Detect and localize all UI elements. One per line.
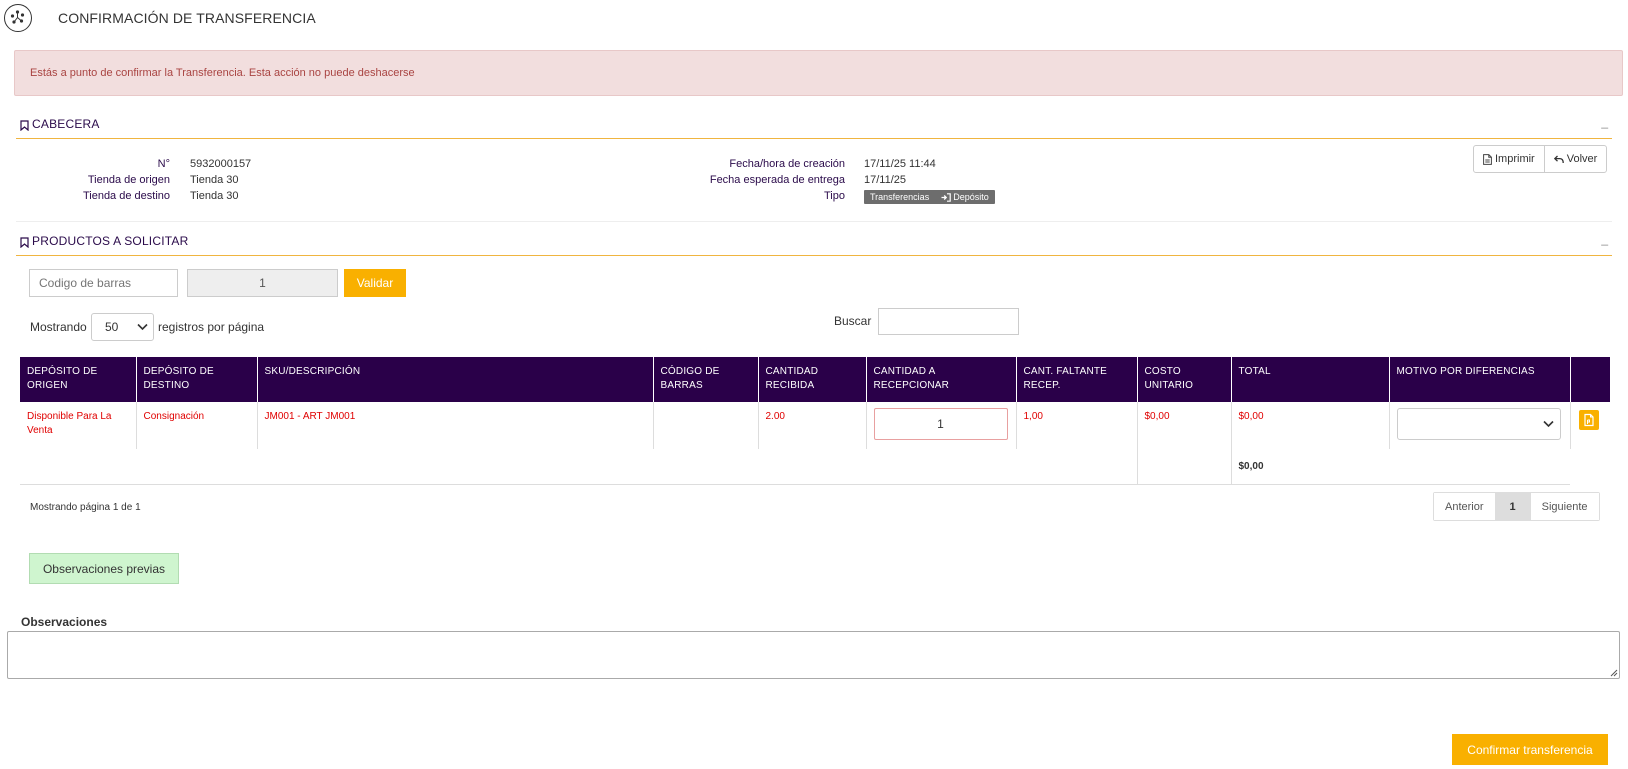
col-deposito-origen[interactable]: DEPÓSITO DE ORIGEN <box>20 357 137 402</box>
info-label-tipo: Tipo <box>824 190 845 202</box>
pagination-prev-button[interactable]: Anterior <box>1434 493 1495 520</box>
pagination-page-1[interactable]: 1 <box>1494 493 1530 520</box>
previous-observations-button[interactable]: Observaciones previas <box>29 553 179 584</box>
search-input[interactable] <box>878 308 1019 335</box>
pagination-info: Mostrando página 1 de 1 <box>30 502 141 513</box>
section-title-productos: PRODUCTOS A SOLICITAR <box>32 234 189 248</box>
col-cantidad-recepcionar[interactable]: CANTIDAD A RECEPCIONAR <box>866 357 1017 402</box>
page-length-value: 50 <box>105 320 119 334</box>
sign-in-icon <box>941 192 952 202</box>
col-cantidad-recibida[interactable]: CANTIDAD RECIBIDA <box>758 357 867 402</box>
app-logo-icon[interactable] <box>4 4 32 32</box>
barcode-input[interactable] <box>29 269 178 297</box>
col-deposito-destino[interactable]: DEPÓSITO DE DESTINO <box>136 357 258 402</box>
collapse-productos-button[interactable]: _ <box>1601 232 1608 246</box>
tipo-badge: Transferencias Depósito <box>864 190 995 204</box>
table-header-row: DEPÓSITO DE ORIGEN DEPÓSITO DE DESTINO S… <box>20 357 1610 402</box>
info-value-numero: 5932000157 <box>190 158 252 170</box>
print-label: Imprimir <box>1495 153 1535 165</box>
length-prefix: Mostrando <box>30 320 87 334</box>
warning-alert: Estás a punto de confirmar la Transferen… <box>14 50 1623 96</box>
cell-total: $0,00 <box>1231 402 1390 449</box>
cell-motivo <box>1389 402 1571 449</box>
col-motivo[interactable]: MOTIVO POR DIFERENCIAS <box>1389 357 1571 402</box>
pagination: Anterior 1 Siguiente <box>1433 492 1600 521</box>
info-label-fecha-creacion: Fecha/hora de creación <box>729 158 845 170</box>
info-value-fecha-entrega: 17/11/25 <box>864 174 907 186</box>
cell-costo: $0,00 <box>1137 402 1232 449</box>
products-table: DEPÓSITO DE ORIGEN DEPÓSITO DE DESTINO S… <box>20 357 1610 484</box>
barcode-qty-input[interactable] <box>187 269 338 297</box>
resize-grip-icon[interactable] <box>1609 668 1618 677</box>
info-value-tienda-origen: Tienda 30 <box>190 174 239 186</box>
row-document-button[interactable] <box>1578 410 1599 430</box>
info-label-fecha-entrega: Fecha esperada de entrega <box>709 174 845 186</box>
collapse-cabecera-button[interactable]: _ <box>1601 115 1608 129</box>
info-label-numero: N° <box>157 158 170 170</box>
chevron-down-icon <box>137 323 148 331</box>
col-total[interactable]: TOTAL <box>1231 357 1390 402</box>
document-icon <box>1583 413 1594 427</box>
col-cant-faltante[interactable]: CANT. FALTANTE RECEP. <box>1016 357 1138 402</box>
cell-actions <box>1570 402 1610 449</box>
cell-codigo <box>653 402 759 449</box>
cell-recibida: 2.00 <box>758 402 867 449</box>
cell-faltante: 1,00 <box>1016 402 1138 449</box>
tipo-badge-sub: Depósito <box>953 192 989 202</box>
page-title: CONFIRMACIÓN DE TRANSFERENCIA <box>58 10 316 26</box>
col-costo-unitario[interactable]: COSTO UNITARIO <box>1137 357 1232 402</box>
info-label-tienda-origen: Tienda de origen <box>87 174 170 186</box>
reply-icon <box>1553 155 1564 163</box>
info-label-tienda-destino: Tienda de destino <box>82 190 170 202</box>
observations-textarea[interactable] <box>7 631 1620 679</box>
info-value-tienda-destino: Tienda 30 <box>190 190 239 202</box>
quantity-to-receive-input[interactable] <box>873 408 1008 440</box>
observations-label: Observaciones <box>21 615 108 629</box>
length-suffix: registros por página <box>158 320 265 334</box>
confirm-transfer-button[interactable]: Confirmar transferencia <box>1452 734 1608 765</box>
chevron-down-icon <box>1542 420 1554 428</box>
col-codigo-barras[interactable]: CÓDIGO DE BARRAS <box>653 357 759 402</box>
file-icon <box>1483 153 1492 165</box>
cell-destino: Consignación <box>136 402 258 449</box>
section-title-cabecera: CABECERA <box>32 117 100 131</box>
cell-origen: Disponible Para La Venta <box>20 402 137 449</box>
bookmark-icon <box>20 120 29 131</box>
cell-sku: JM001 - ART JM001 <box>257 402 654 449</box>
alert-text: Estás a punto de confirmar la Transferen… <box>30 67 415 79</box>
page-length-select[interactable]: 50 <box>91 313 154 341</box>
col-sku[interactable]: SKU/DESCRIPCIÓN <box>257 357 654 402</box>
grand-total: $0,00 <box>1238 461 1264 472</box>
section-divider <box>16 221 1612 222</box>
col-actions <box>1570 357 1610 402</box>
pagination-next-button[interactable]: Siguiente <box>1529 493 1599 520</box>
validate-button[interactable]: Validar <box>344 269 406 297</box>
cell-recepcionar <box>866 402 1017 449</box>
section-header-cabecera: CABECERA _ <box>16 115 1612 139</box>
print-button[interactable]: Imprimir <box>1474 146 1544 172</box>
motivo-select[interactable] <box>1396 408 1561 440</box>
header-actions: Imprimir Volver <box>1473 145 1608 173</box>
back-label: Volver <box>1566 153 1598 165</box>
table-total-row: $0,00 <box>20 449 1610 484</box>
back-button[interactable]: Volver <box>1543 146 1607 172</box>
search-label: Buscar <box>834 314 872 328</box>
section-header-productos: PRODUCTOS A SOLICITAR _ <box>16 232 1612 256</box>
info-value-fecha-creacion: 17/11/25 11:44 <box>864 158 936 170</box>
bookmark-icon <box>20 237 29 248</box>
tipo-badge-main: Transferencias <box>870 192 930 202</box>
table-row: Disponible Para La Venta Consignación JM… <box>20 402 1610 449</box>
table-bottom-border <box>20 484 1570 485</box>
